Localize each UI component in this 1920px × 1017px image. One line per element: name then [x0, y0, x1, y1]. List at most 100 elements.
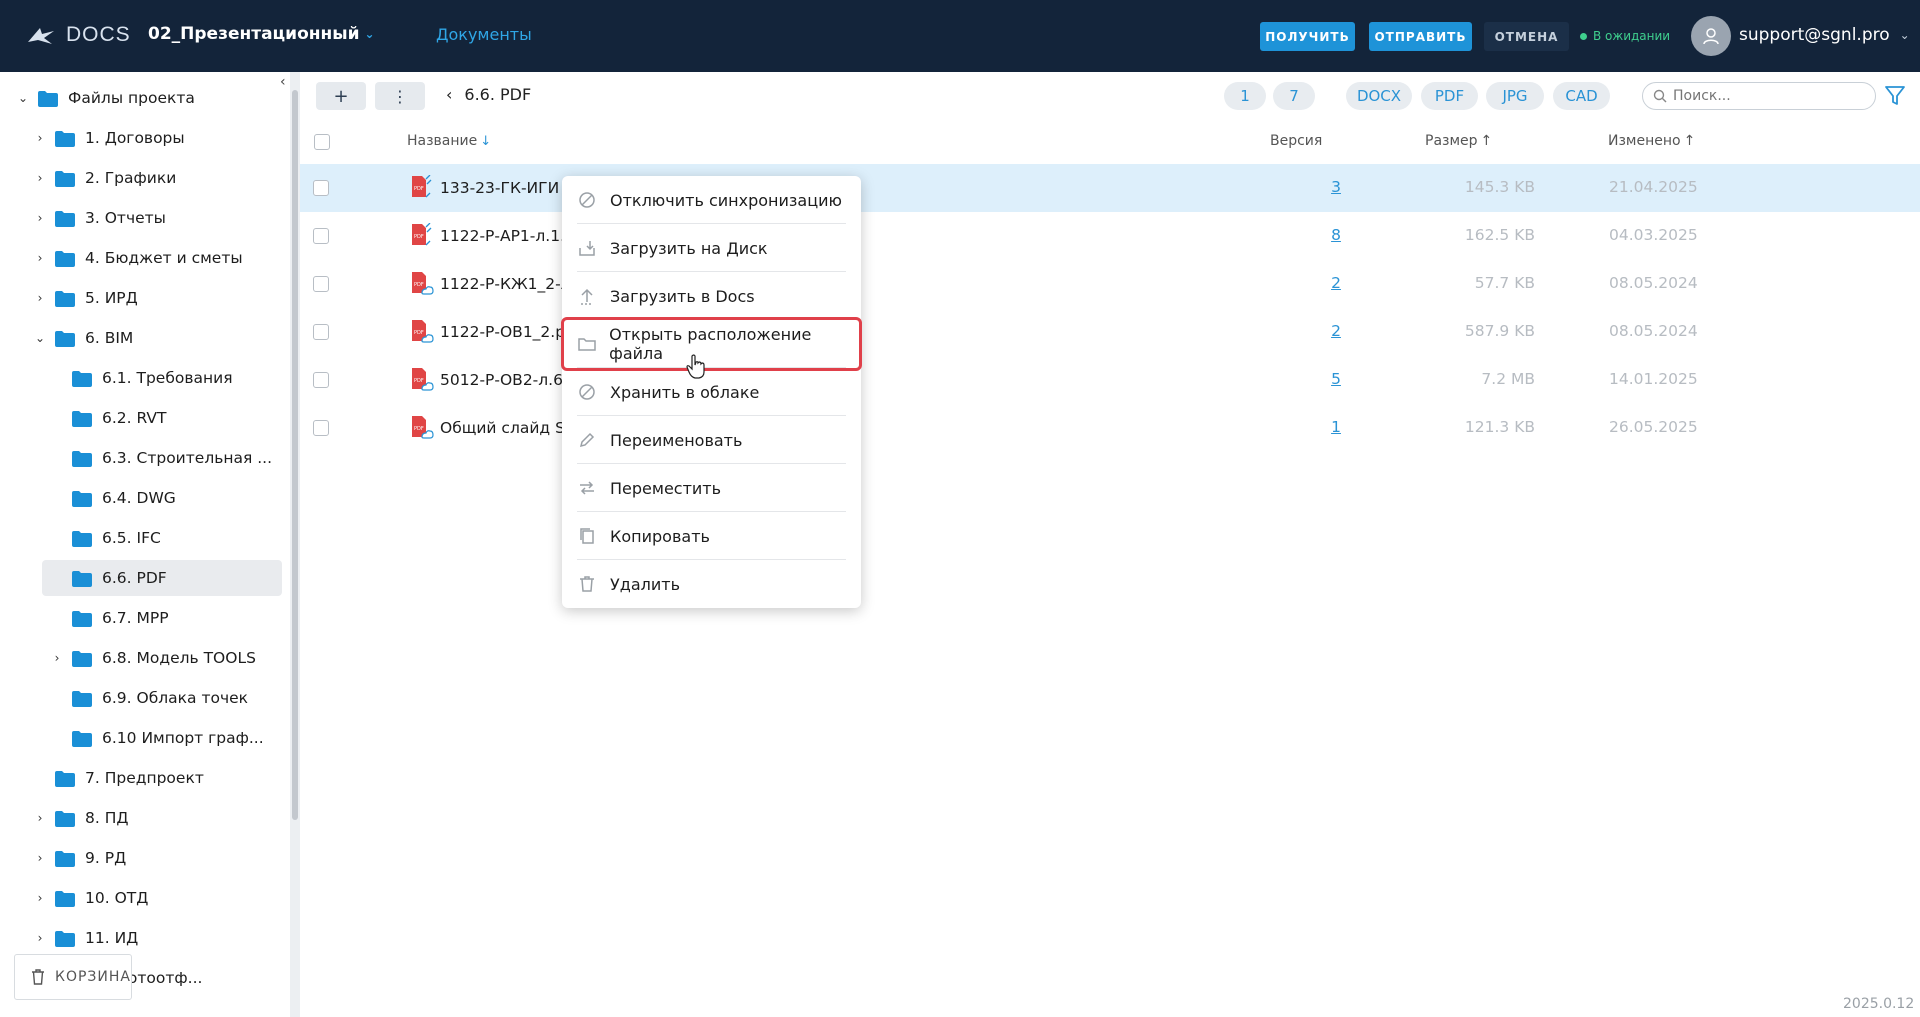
- tree-item[interactable]: 6.7. MPP: [50, 600, 169, 636]
- version-link[interactable]: 2: [1331, 322, 1341, 340]
- filter-chip-7[interactable]: 7: [1273, 82, 1315, 110]
- menu-item-label: Переместить: [610, 478, 722, 498]
- row-checkbox[interactable]: [313, 324, 329, 340]
- tree-item[interactable]: › 9. РД: [33, 840, 127, 876]
- row-checkbox[interactable]: [313, 276, 329, 292]
- menu-item-open-location[interactable]: Открыть расположение файла: [561, 317, 862, 371]
- tree-item[interactable]: › 2. Графики: [33, 160, 177, 196]
- tree-item[interactable]: › 10. ОТД: [33, 880, 149, 916]
- column-header-modified[interactable]: Изменено ↑: [1608, 133, 1695, 149]
- menu-item-upload-docs[interactable]: Загрузить в Docs: [577, 272, 846, 320]
- tree-item[interactable]: ⌄ 6. BIM: [33, 320, 133, 356]
- chevron-right-icon[interactable]: ›: [33, 811, 47, 825]
- menu-item-label: Открыть расположение файла: [609, 325, 812, 363]
- chevron-right-icon[interactable]: ›: [33, 131, 47, 145]
- tree-item[interactable]: 6.1. Требования: [50, 360, 233, 396]
- tree-item[interactable]: 6.2. RVT: [50, 400, 167, 436]
- user-email: support@sgnl.pro: [1739, 25, 1890, 45]
- filter-chip-docx[interactable]: DOCX: [1346, 82, 1412, 110]
- user-menu[interactable]: support@sgnl.pro ⌄: [1739, 25, 1910, 45]
- column-header-label: Название: [407, 133, 478, 149]
- row-checkbox[interactable]: [313, 228, 329, 244]
- tree-item[interactable]: 6.10 Импорт граф...: [50, 720, 264, 756]
- menu-item-copy[interactable]: Копировать: [577, 512, 846, 560]
- menu-item-rename[interactable]: Переименовать: [577, 416, 846, 464]
- filter-chip-pdf[interactable]: PDF: [1421, 82, 1478, 110]
- menu-item-move[interactable]: Переместить: [577, 464, 846, 512]
- filter-chip-cad[interactable]: CAD: [1553, 82, 1610, 110]
- tree-item[interactable]: › 8. ПД: [33, 800, 129, 836]
- column-header-version[interactable]: Версия: [1270, 133, 1322, 149]
- row-checkbox[interactable]: [313, 180, 329, 196]
- tree-item[interactable]: › 1. Договоры: [33, 120, 185, 156]
- app-logo[interactable]: DOCS: [26, 22, 131, 48]
- filter-chip-jpg[interactable]: JPG: [1486, 82, 1544, 110]
- file-name[interactable]: PDF Общий слайд SIGNAL: [410, 415, 562, 441]
- collapse-sidebar-icon[interactable]: ‹: [280, 74, 296, 94]
- tree-item[interactable]: › 3. Отчеты: [33, 200, 166, 236]
- version-link[interactable]: 3: [1331, 178, 1341, 196]
- chevron-right-icon[interactable]: ›: [33, 851, 47, 865]
- menu-item-delete[interactable]: Удалить: [577, 560, 846, 608]
- chevron-down-icon[interactable]: ⌄: [33, 331, 47, 345]
- tree-item[interactable]: 7. Предпроект: [33, 760, 204, 796]
- tree-item[interactable]: 6.9. Облака точек: [50, 680, 248, 716]
- menu-item-disable-sync[interactable]: Отключить синхронизацию: [577, 176, 846, 224]
- sidebar-scroll-thumb[interactable]: [292, 90, 298, 820]
- menu-item-upload-disk[interactable]: Загрузить на Диск: [577, 224, 846, 272]
- tree-item[interactable]: › 6.8. Модель TOOLS: [50, 640, 256, 676]
- search-box[interactable]: [1642, 82, 1876, 110]
- column-header-name[interactable]: Название ↓: [407, 133, 491, 149]
- search-input[interactable]: [1673, 88, 1863, 104]
- project-selector[interactable]: 02_Презентационный ⌄: [148, 24, 375, 44]
- row-checkbox[interactable]: [313, 420, 329, 436]
- chevron-right-icon[interactable]: ›: [50, 651, 64, 665]
- tree-item[interactable]: 6.5. IFC: [50, 520, 161, 556]
- trash-label: КОРЗИНА: [55, 969, 131, 985]
- tree-item[interactable]: 6.3. Строительная ...: [50, 440, 272, 476]
- menu-item-label: Удалить: [610, 574, 680, 594]
- breadcrumb-current: 6.6. PDF: [464, 85, 532, 104]
- chevron-down-icon[interactable]: ⌄: [16, 91, 30, 105]
- more-actions-button[interactable]: ⋮: [375, 82, 425, 110]
- chevron-right-icon[interactable]: ›: [33, 931, 47, 945]
- tree-item[interactable]: › 5. ИРД: [33, 280, 138, 316]
- filter-icon[interactable]: [1884, 84, 1906, 108]
- file-name[interactable]: PDF 133-23-ГК-ИГИ Кн: [410, 175, 562, 201]
- search-icon: [1653, 89, 1667, 103]
- send-button[interactable]: ОТПРАВИТЬ: [1369, 22, 1472, 51]
- select-all-checkbox[interactable]: [314, 134, 330, 150]
- row-checkbox[interactable]: [313, 372, 329, 388]
- breadcrumb[interactable]: ‹ 6.6. PDF: [446, 85, 531, 104]
- tree-root[interactable]: ⌄ Файлы проекта: [16, 80, 195, 116]
- file-name[interactable]: PDF 5012-Р-ОВ2-л.6.pdf: [410, 367, 562, 393]
- chevron-right-icon[interactable]: ›: [33, 171, 47, 185]
- version-link[interactable]: 8: [1331, 226, 1341, 244]
- get-button[interactable]: ПОЛУЧИТЬ: [1260, 22, 1355, 51]
- app-version: 2025.0.12: [1843, 996, 1915, 1012]
- cancel-button[interactable]: ОТМЕНА: [1484, 22, 1569, 51]
- tree-item[interactable]: › 11. ИД: [33, 920, 139, 956]
- sync-status: В ожидании: [1580, 29, 1670, 43]
- version-link[interactable]: 2: [1331, 274, 1341, 292]
- version-link[interactable]: 1: [1331, 418, 1341, 436]
- menu-item-keep-cloud[interactable]: Хранить в облаке: [577, 368, 846, 416]
- folder-icon: [55, 130, 75, 147]
- avatar[interactable]: [1691, 16, 1731, 56]
- chevron-right-icon[interactable]: ›: [33, 251, 47, 265]
- add-button[interactable]: +: [316, 82, 366, 110]
- nav-documents[interactable]: Документы: [436, 25, 532, 44]
- chevron-right-icon[interactable]: ›: [33, 291, 47, 305]
- file-name[interactable]: PDF 1122-Р-КЖ1_2-л.1: [410, 271, 562, 297]
- column-header-size[interactable]: Размер ↑: [1425, 133, 1492, 149]
- version-link[interactable]: 5: [1331, 370, 1341, 388]
- file-name[interactable]: PDF 1122-Р-ОВ1_2.pdf: [410, 319, 562, 345]
- tree-item[interactable]: 6.4. DWG: [50, 480, 176, 516]
- tree-item[interactable]: › 4. Бюджет и сметы: [33, 240, 243, 276]
- tree-item[interactable]: 6.6. PDF: [42, 560, 282, 596]
- chevron-right-icon[interactable]: ›: [33, 211, 47, 225]
- trash-button[interactable]: КОРЗИНА: [14, 954, 132, 1000]
- filter-chip-1[interactable]: 1: [1224, 82, 1266, 110]
- chevron-right-icon[interactable]: ›: [33, 891, 47, 905]
- file-name[interactable]: PDF 1122-Р-АР1-л.1.pdf: [410, 223, 562, 249]
